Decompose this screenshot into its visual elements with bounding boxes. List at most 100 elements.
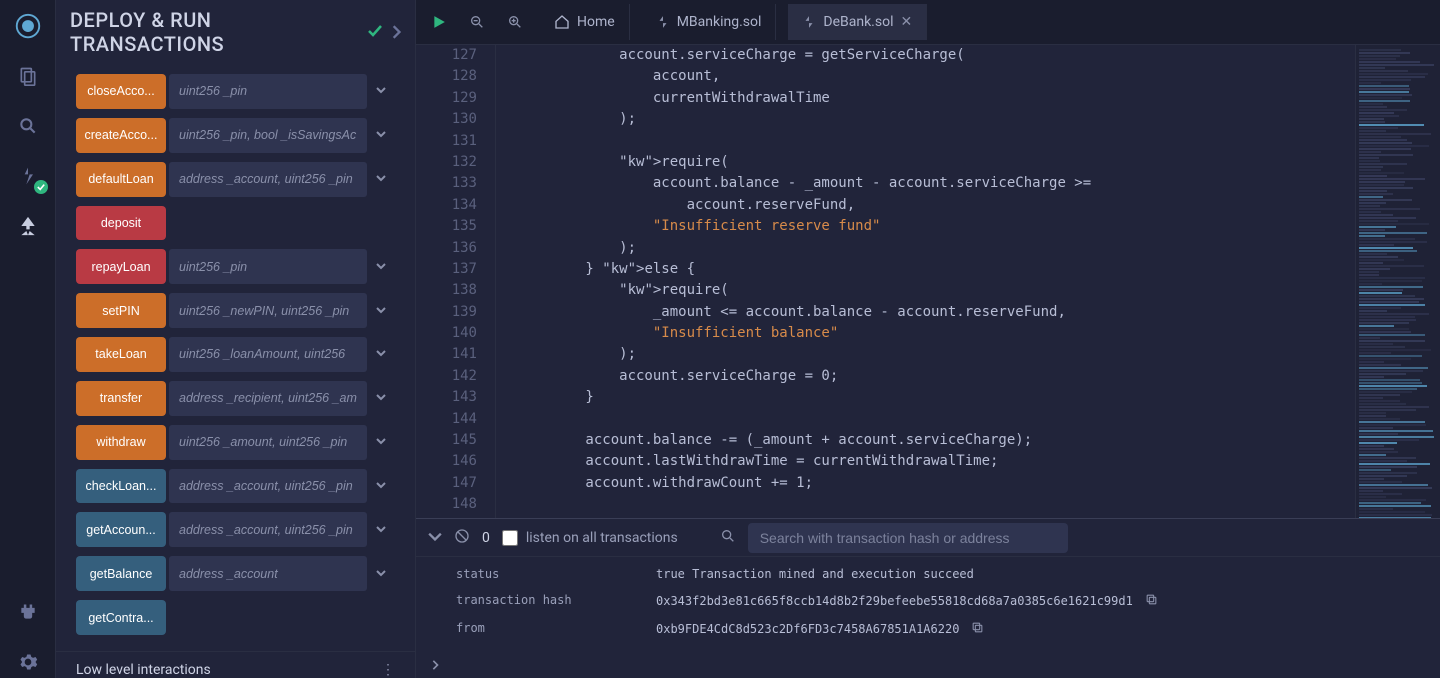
minimap[interactable] xyxy=(1355,45,1440,518)
pending-count: 0 xyxy=(482,530,490,546)
terminal-row-value: 0xb9FDE4CdC8d523c2Df6FD3c7458A67851A1A62… xyxy=(656,621,1400,637)
chevron-down-icon[interactable] xyxy=(367,118,395,153)
terminal-row-label: transaction hash xyxy=(456,593,656,609)
function-input[interactable] xyxy=(169,469,367,504)
remix-logo-icon[interactable] xyxy=(12,10,44,42)
chevron-down-icon[interactable] xyxy=(367,162,395,197)
function-button[interactable]: getAccoun... xyxy=(76,512,166,547)
function-button[interactable]: defaultLoan xyxy=(76,162,166,197)
terminal-toggle-icon[interactable] xyxy=(428,528,442,547)
terminal-row: from0xb9FDE4CdC8d523c2Df6FD3c7458A67851A… xyxy=(456,615,1400,643)
settings-icon[interactable] xyxy=(12,646,44,678)
function-input[interactable] xyxy=(169,337,367,372)
chevron-down-icon[interactable] xyxy=(367,512,395,547)
terminal-search-input[interactable] xyxy=(748,523,1068,553)
search-icon[interactable] xyxy=(12,110,44,142)
function-input[interactable] xyxy=(169,425,367,460)
copy-icon[interactable] xyxy=(1145,593,1158,609)
function-button[interactable]: transfer xyxy=(76,381,166,416)
function-row: createAcco... xyxy=(76,118,395,153)
function-button[interactable]: takeLoan xyxy=(76,337,166,372)
zoom-out-icon[interactable] xyxy=(464,9,490,35)
terminal-row-value: 0x343f2bd3e81c665f8ccb14d8b2f29befeebe55… xyxy=(656,593,1400,609)
function-button[interactable]: deposit xyxy=(76,206,166,241)
chevron-down-icon[interactable] xyxy=(367,469,395,504)
chevron-down-icon[interactable] xyxy=(367,337,395,372)
function-button[interactable]: createAcco... xyxy=(76,118,166,153)
code-editor[interactable]: 1271281291301311321331341351361371381391… xyxy=(416,45,1355,518)
function-button[interactable]: getContra... xyxy=(76,600,166,635)
function-button[interactable]: repayLoan xyxy=(76,249,166,284)
function-row: getBalance xyxy=(76,556,395,591)
deploy-panel: DEPLOY & RUN TRANSACTIONS closeAcco... cr… xyxy=(56,0,416,678)
icon-rail xyxy=(0,0,56,678)
tab-debank[interactable]: DeBank.sol ✕ xyxy=(788,4,927,40)
function-row: transfer xyxy=(76,381,395,416)
function-input[interactable] xyxy=(169,249,367,284)
terminal-prompt[interactable] xyxy=(416,651,1440,678)
check-icon xyxy=(367,20,383,44)
copy-icon[interactable] xyxy=(971,621,984,637)
function-input[interactable] xyxy=(169,556,367,591)
function-button[interactable]: checkLoan... xyxy=(76,469,166,504)
listen-toggle[interactable]: listen on all transactions xyxy=(502,530,678,546)
panel-header: DEPLOY & RUN TRANSACTIONS xyxy=(56,0,415,64)
function-input[interactable] xyxy=(169,381,367,416)
function-input[interactable] xyxy=(169,162,367,197)
tab-home[interactable]: Home xyxy=(540,4,630,40)
function-button[interactable]: withdraw xyxy=(76,425,166,460)
chevron-down-icon[interactable] xyxy=(367,293,395,328)
panel-collapse-icon[interactable] xyxy=(391,20,401,44)
low-level-section: Low level interactions ⋮ xyxy=(56,651,415,678)
terminal-row: transaction hash0x343f2bd3e81c665f8ccb14… xyxy=(456,587,1400,615)
function-button[interactable]: getBalance xyxy=(76,556,166,591)
plugin-icon[interactable] xyxy=(12,596,44,628)
terminal-row: statustrue Transaction mined and executi… xyxy=(456,561,1400,587)
chevron-down-icon[interactable] xyxy=(367,74,395,109)
kebab-icon[interactable]: ⋮ xyxy=(381,662,395,678)
function-list: closeAcco... createAcco... defaultLoan depo… xyxy=(56,64,415,645)
function-button[interactable]: setPIN xyxy=(76,293,166,328)
function-input[interactable] xyxy=(169,512,367,547)
terminal-row-label: from xyxy=(456,621,656,637)
tab-mbanking-label: MBanking.sol xyxy=(677,14,762,30)
tab-home-label: Home xyxy=(577,14,615,30)
function-input[interactable] xyxy=(169,118,367,153)
file-explorer-icon[interactable] xyxy=(12,60,44,92)
terminal-bar: 0 listen on all transactions xyxy=(416,519,1440,557)
zoom-in-icon[interactable] xyxy=(502,9,528,35)
code-body[interactable]: account.serviceCharge = getServiceCharge… xyxy=(514,45,1355,518)
clear-icon[interactable] xyxy=(454,528,470,548)
close-icon[interactable]: ✕ xyxy=(900,14,912,30)
editor-wrap: 1271281291301311321331341351361371381391… xyxy=(416,45,1440,518)
function-button[interactable]: closeAcco... xyxy=(76,74,166,109)
function-row: closeAcco... xyxy=(76,74,395,109)
line-gutter: 1271281291301311321331341351361371381391… xyxy=(416,45,496,518)
deploy-icon[interactable] xyxy=(12,210,44,242)
panel-title: DEPLOY & RUN TRANSACTIONS xyxy=(70,8,359,56)
function-input[interactable] xyxy=(169,293,367,328)
solidity-icon xyxy=(656,15,670,29)
terminal: 0 listen on all transactions statustrue … xyxy=(416,518,1440,678)
function-row: checkLoan... xyxy=(76,469,395,504)
function-input[interactable] xyxy=(169,74,367,109)
chevron-down-icon[interactable] xyxy=(367,425,395,460)
home-icon xyxy=(554,14,570,30)
tab-mbanking[interactable]: MBanking.sol xyxy=(642,4,777,40)
function-row: setPIN xyxy=(76,293,395,328)
terminal-body: statustrue Transaction mined and executi… xyxy=(416,557,1440,651)
compiler-icon[interactable] xyxy=(12,160,44,192)
terminal-search-icon[interactable] xyxy=(720,528,736,548)
listen-checkbox[interactable] xyxy=(502,530,518,546)
function-row: repayLoan xyxy=(76,249,395,284)
function-row: getAccoun... xyxy=(76,512,395,547)
function-row: getContra... xyxy=(76,600,395,635)
chevron-down-icon[interactable] xyxy=(367,249,395,284)
tab-bar: Home MBanking.sol DeBank.sol ✕ xyxy=(416,0,1440,45)
run-icon[interactable] xyxy=(426,9,452,35)
chevron-down-icon[interactable] xyxy=(367,381,395,416)
chevron-down-icon[interactable] xyxy=(367,556,395,591)
solidity-icon xyxy=(802,15,816,29)
function-row: defaultLoan xyxy=(76,162,395,197)
low-level-label: Low level interactions xyxy=(76,662,211,678)
